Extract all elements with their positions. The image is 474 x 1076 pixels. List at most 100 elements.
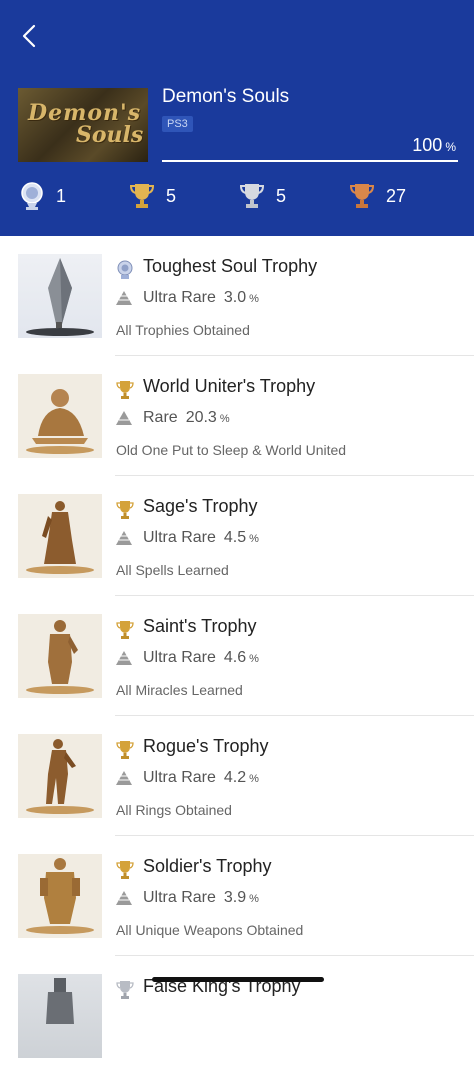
rarity-percent-unit: % xyxy=(249,533,259,545)
rarity-name: Ultra Rare xyxy=(143,289,216,306)
soldier-figure-statue-icon xyxy=(26,858,94,934)
bronze-count: 27 xyxy=(348,176,406,216)
trophy-counts: 1 5 5 27 xyxy=(0,176,474,220)
rarity-pyramid-icon xyxy=(116,291,132,305)
trophy-row[interactable]: Sage's Trophy Ultra Rare 4.5% All Spells … xyxy=(0,476,474,596)
platinum-count-value: 1 xyxy=(56,185,67,206)
trophy-row[interactable]: Rogue's Trophy Ultra Rare 4.2% All Rings … xyxy=(0,716,474,836)
gold-trophy-icon xyxy=(116,861,134,879)
rarity-percent: 4.6% xyxy=(224,649,259,666)
trophy-name: Soldier's Trophy xyxy=(143,856,272,876)
robed-figure-statue-icon xyxy=(26,501,94,574)
rarity-percent-unit: % xyxy=(249,893,259,905)
trophy-name: Sage's Trophy xyxy=(143,496,258,516)
gold-trophy-icon xyxy=(116,381,134,399)
silver-count-value: 5 xyxy=(276,185,287,206)
rarity-percent-value: 4.2 xyxy=(223,769,247,786)
cover-logo-text-2: Souls xyxy=(76,122,144,148)
trophy-description: All Spells Learned xyxy=(116,562,229,578)
silver-trophy-icon xyxy=(239,184,265,208)
rarity-pyramid-icon xyxy=(116,771,132,785)
rarity-percent-value: 4.5 xyxy=(223,529,247,546)
rarity-percent: 3.9% xyxy=(224,889,259,906)
trophy-description: All Unique Weapons Obtained xyxy=(116,922,304,938)
gold-trophy-icon xyxy=(116,501,134,519)
platform-badge: PS3 xyxy=(162,116,193,132)
trophy-thumbnail xyxy=(18,854,102,938)
trophy-description: All Rings Obtained xyxy=(116,802,232,818)
trophy-list: Toughest Soul Trophy Ultra Rare 3.0% All … xyxy=(0,236,474,1076)
trophy-thumbnail xyxy=(18,974,102,1058)
platinum-trophy-icon xyxy=(21,182,43,210)
rarity-label: Ultra Rare 4.5% xyxy=(143,529,259,547)
rarity-percent: 4.5% xyxy=(224,529,259,546)
trophy-row[interactable]: Saint's Trophy Ultra Rare 4.6% All Miracl… xyxy=(0,596,474,716)
gold-trophy-icon xyxy=(116,741,134,759)
game-title: Demon's Souls xyxy=(162,86,290,107)
bronze-count-value: 27 xyxy=(386,185,407,206)
chevron-left-icon xyxy=(22,24,36,48)
home-indicator[interactable] xyxy=(152,977,324,982)
rarity-percent-unit: % xyxy=(219,413,230,425)
progress-unit: % xyxy=(445,140,456,154)
trophy-thumbnail xyxy=(18,614,102,698)
rarity-name: Ultra Rare xyxy=(143,649,216,666)
silver-trophy-icon xyxy=(116,981,134,999)
gold-count: 5 xyxy=(128,176,176,216)
rarity-percent-value: 3.0 xyxy=(223,289,247,306)
armored-figure-statue-icon xyxy=(26,620,94,694)
rarity-pyramid-icon xyxy=(116,531,132,545)
rarity-name: Rare xyxy=(143,409,178,426)
seated-figure-statue-icon xyxy=(26,389,94,454)
rarity-label: Ultra Rare 3.0% xyxy=(143,289,259,307)
rarity-percent-value: 3.9 xyxy=(223,889,247,906)
trophy-name: Rogue's Trophy xyxy=(143,736,269,756)
rarity-percent: 4.2% xyxy=(224,769,259,786)
rogue-figure-statue-icon xyxy=(26,739,94,814)
platinum-count: 1 xyxy=(18,176,66,216)
rarity-pyramid-icon xyxy=(116,651,132,665)
rarity-name: Ultra Rare xyxy=(143,889,216,906)
cover-logo-text-1: Demon's xyxy=(28,100,142,126)
gold-trophy-icon xyxy=(129,184,155,208)
trophy-name: World Uniter's Trophy xyxy=(143,376,316,396)
rarity-pyramid-icon xyxy=(116,411,132,425)
progress-bar xyxy=(162,160,458,162)
gold-trophy-icon xyxy=(116,621,134,639)
king-figure-statue-icon xyxy=(46,978,74,1024)
rarity-name: Ultra Rare xyxy=(143,769,216,786)
back-button[interactable] xyxy=(14,20,44,52)
gold-count-value: 5 xyxy=(166,185,177,206)
trophy-description: Old One Put to Sleep & World United xyxy=(116,442,347,458)
trophy-name: Toughest Soul Trophy xyxy=(143,256,318,276)
trophy-description: All Miracles Learned xyxy=(116,682,243,698)
trophy-row[interactable]: Toughest Soul Trophy Ultra Rare 3.0% All … xyxy=(0,236,474,356)
rarity-label: Ultra Rare 4.6% xyxy=(143,649,259,667)
crystal-statue-icon xyxy=(26,258,94,336)
game-header: Demon's Souls Demon's Souls PS3 100% 1 5… xyxy=(0,0,474,236)
rarity-percent: 3.0% xyxy=(224,289,259,306)
rarity-percent-unit: % xyxy=(249,773,259,785)
trophy-row[interactable]: False King's Trophy xyxy=(0,956,474,1076)
rarity-label: Ultra Rare 3.9% xyxy=(143,889,259,907)
rarity-percent-value: 4.6 xyxy=(223,649,247,666)
trophy-row[interactable]: Soldier's Trophy Ultra Rare 3.9% All Uniq… xyxy=(0,836,474,956)
rarity-percent-unit: % xyxy=(249,653,259,665)
trophy-description: All Trophies Obtained xyxy=(116,322,250,338)
trophy-thumbnail xyxy=(18,494,102,578)
rarity-percent-value: 20.3 xyxy=(185,409,217,426)
rarity-label: Ultra Rare 4.2% xyxy=(143,769,259,787)
trophy-thumbnail xyxy=(18,734,102,818)
progress-percentage: 100% xyxy=(412,135,456,156)
bronze-trophy-icon xyxy=(349,184,375,208)
rarity-pyramid-icon xyxy=(116,891,132,905)
rarity-label: Rare 20.3% xyxy=(143,409,230,427)
progress-number: 100 xyxy=(412,135,443,155)
trophy-row[interactable]: World Uniter's Trophy Rare 20.3% Old One … xyxy=(0,356,474,476)
silver-count: 5 xyxy=(238,176,286,216)
rarity-percent: 20.3% xyxy=(186,409,230,426)
progress-bar-fill xyxy=(162,160,458,162)
trophy-thumbnail xyxy=(18,374,102,458)
game-cover-image: Demon's Souls xyxy=(18,88,148,162)
rarity-name: Ultra Rare xyxy=(143,529,216,546)
